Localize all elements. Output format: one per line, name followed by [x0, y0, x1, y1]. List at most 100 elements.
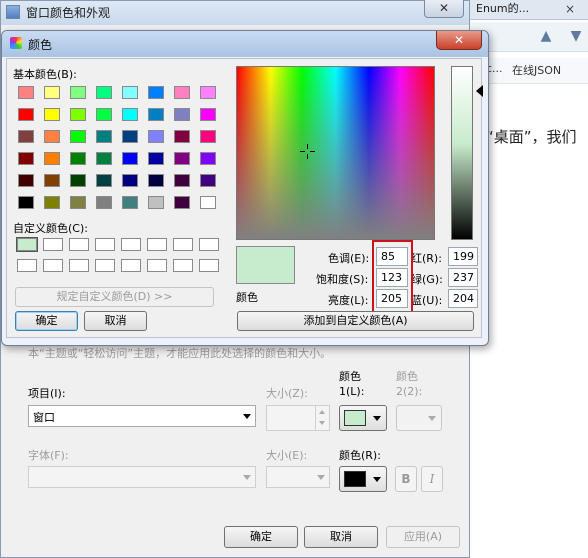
add-to-custom-colors-button[interactable]: 添加到自定义颜色(A)	[237, 311, 474, 331]
font-size-dropdown[interactable]	[266, 466, 330, 488]
custom-color-swatch[interactable]	[69, 238, 89, 251]
basic-color-swatch[interactable]	[122, 174, 138, 187]
basic-color-swatch[interactable]	[70, 130, 86, 143]
appearance-cancel-button[interactable]: 取消	[304, 526, 378, 548]
basic-color-swatch[interactable]	[96, 108, 112, 121]
browser-scroll-down-button[interactable]: ▼	[566, 25, 586, 47]
font-color-picker-button[interactable]	[339, 466, 387, 492]
basic-color-swatch[interactable]	[18, 130, 34, 143]
basic-color-swatch[interactable]	[174, 86, 190, 99]
basic-color-swatch[interactable]	[174, 130, 190, 143]
custom-color-swatch[interactable]	[16, 237, 38, 252]
basic-color-swatch[interactable]	[18, 152, 34, 165]
color-cancel-button[interactable]: 取消	[84, 311, 147, 331]
custom-color-swatch[interactable]	[147, 238, 167, 251]
custom-color-swatch[interactable]	[173, 238, 193, 251]
basic-color-swatch[interactable]	[44, 86, 60, 99]
custom-color-swatch[interactable]	[95, 259, 115, 272]
basic-color-swatch[interactable]	[44, 174, 60, 187]
basic-color-swatch[interactable]	[148, 108, 164, 121]
custom-color-swatch[interactable]	[199, 238, 219, 251]
basic-color-swatch[interactable]	[200, 174, 216, 187]
hue-label: 色调(E):	[328, 252, 370, 265]
saturation-label: 饱和度(S):	[316, 273, 369, 286]
basic-color-swatch[interactable]	[200, 130, 216, 143]
color-ok-button[interactable]: 确定	[15, 311, 78, 331]
basic-color-swatch[interactable]	[44, 152, 60, 165]
basic-color-swatch[interactable]	[44, 130, 60, 143]
basic-color-swatch[interactable]	[70, 196, 86, 209]
green-field[interactable]: 237	[448, 268, 478, 287]
color-spectrum[interactable]	[236, 66, 435, 240]
red-field[interactable]: 199	[448, 247, 478, 266]
basic-color-swatch[interactable]	[122, 196, 138, 209]
custom-color-swatch[interactable]	[17, 259, 37, 272]
basic-color-swatch[interactable]	[44, 108, 60, 121]
custom-color-swatch[interactable]	[147, 259, 167, 272]
color2-picker-button[interactable]	[396, 405, 442, 431]
basic-color-swatch[interactable]	[70, 86, 86, 99]
basic-color-swatch[interactable]	[200, 108, 216, 121]
bold-button[interactable]: B	[395, 466, 417, 492]
custom-color-swatch[interactable]	[69, 259, 89, 272]
custom-color-swatch[interactable]	[121, 238, 141, 251]
basic-color-swatch[interactable]	[18, 86, 34, 99]
basic-color-swatch[interactable]	[96, 130, 112, 143]
luminance-slider[interactable]	[451, 66, 473, 240]
item-dropdown-value: 窗口	[33, 411, 55, 424]
basic-color-swatch[interactable]	[122, 108, 138, 121]
basic-color-swatch[interactable]	[122, 86, 138, 99]
basic-color-swatch[interactable]	[18, 108, 34, 121]
basic-color-swatch[interactable]	[174, 196, 190, 209]
basic-color-swatch[interactable]	[174, 108, 190, 121]
basic-color-swatch[interactable]	[174, 152, 190, 165]
size1-spin-buttons[interactable]	[315, 406, 329, 430]
basic-color-swatch[interactable]	[148, 152, 164, 165]
basic-color-swatch[interactable]	[122, 152, 138, 165]
blue-field[interactable]: 204	[448, 289, 478, 308]
luminance-label: 亮度(L):	[328, 294, 369, 307]
luminance-pointer-icon[interactable]	[476, 85, 483, 97]
basic-color-swatch[interactable]	[18, 174, 34, 187]
basic-color-swatch[interactable]	[70, 174, 86, 187]
basic-color-swatch[interactable]	[148, 86, 164, 99]
custom-color-swatch[interactable]	[43, 238, 63, 251]
basic-color-swatch[interactable]	[96, 86, 112, 99]
basic-color-swatch[interactable]	[96, 196, 112, 209]
basic-color-swatch[interactable]	[174, 174, 190, 187]
custom-color-swatch[interactable]	[173, 259, 193, 272]
define-custom-colors-button[interactable]: 规定自定义颜色(D) >>	[15, 287, 214, 307]
basic-color-swatch[interactable]	[200, 86, 216, 99]
custom-color-swatch[interactable]	[43, 259, 63, 272]
color-dialog-close-button[interactable]: ✕	[436, 31, 482, 50]
size1-spinner[interactable]	[266, 405, 330, 431]
italic-button[interactable]: I	[421, 466, 443, 492]
custom-color-swatch[interactable]	[199, 259, 219, 272]
basic-color-swatch[interactable]	[200, 152, 216, 165]
spin-up-icon	[319, 410, 325, 414]
browser-tab-close-icon[interactable]: ×	[561, 0, 579, 18]
basic-color-swatch[interactable]	[44, 196, 60, 209]
color-dialog-title: 颜色	[28, 38, 53, 52]
basic-color-swatch[interactable]	[96, 152, 112, 165]
custom-color-swatch[interactable]	[95, 238, 115, 251]
basic-color-swatch[interactable]	[70, 152, 86, 165]
font-dropdown[interactable]	[28, 466, 256, 488]
appearance-ok-button[interactable]: 确定	[224, 526, 298, 548]
crosshair-icon[interactable]	[300, 144, 315, 159]
appearance-close-button[interactable]: ✕	[424, 0, 464, 18]
custom-color-swatch[interactable]	[121, 259, 141, 272]
item-dropdown[interactable]: 窗口	[28, 405, 256, 427]
basic-color-swatch[interactable]	[148, 196, 164, 209]
basic-color-swatch[interactable]	[18, 196, 34, 209]
basic-color-swatch[interactable]	[200, 196, 216, 209]
basic-color-swatch[interactable]	[148, 174, 164, 187]
basic-color-swatch[interactable]	[70, 108, 86, 121]
basic-color-swatch[interactable]	[148, 130, 164, 143]
browser-nav-link-json[interactable]: 在线JSON	[512, 62, 561, 78]
basic-color-swatch[interactable]	[122, 130, 138, 143]
appearance-apply-button[interactable]: 应用(A)	[386, 526, 460, 548]
browser-scroll-up-button[interactable]: ▲	[536, 25, 556, 47]
color1-picker-button[interactable]	[339, 405, 387, 431]
basic-color-swatch[interactable]	[96, 174, 112, 187]
